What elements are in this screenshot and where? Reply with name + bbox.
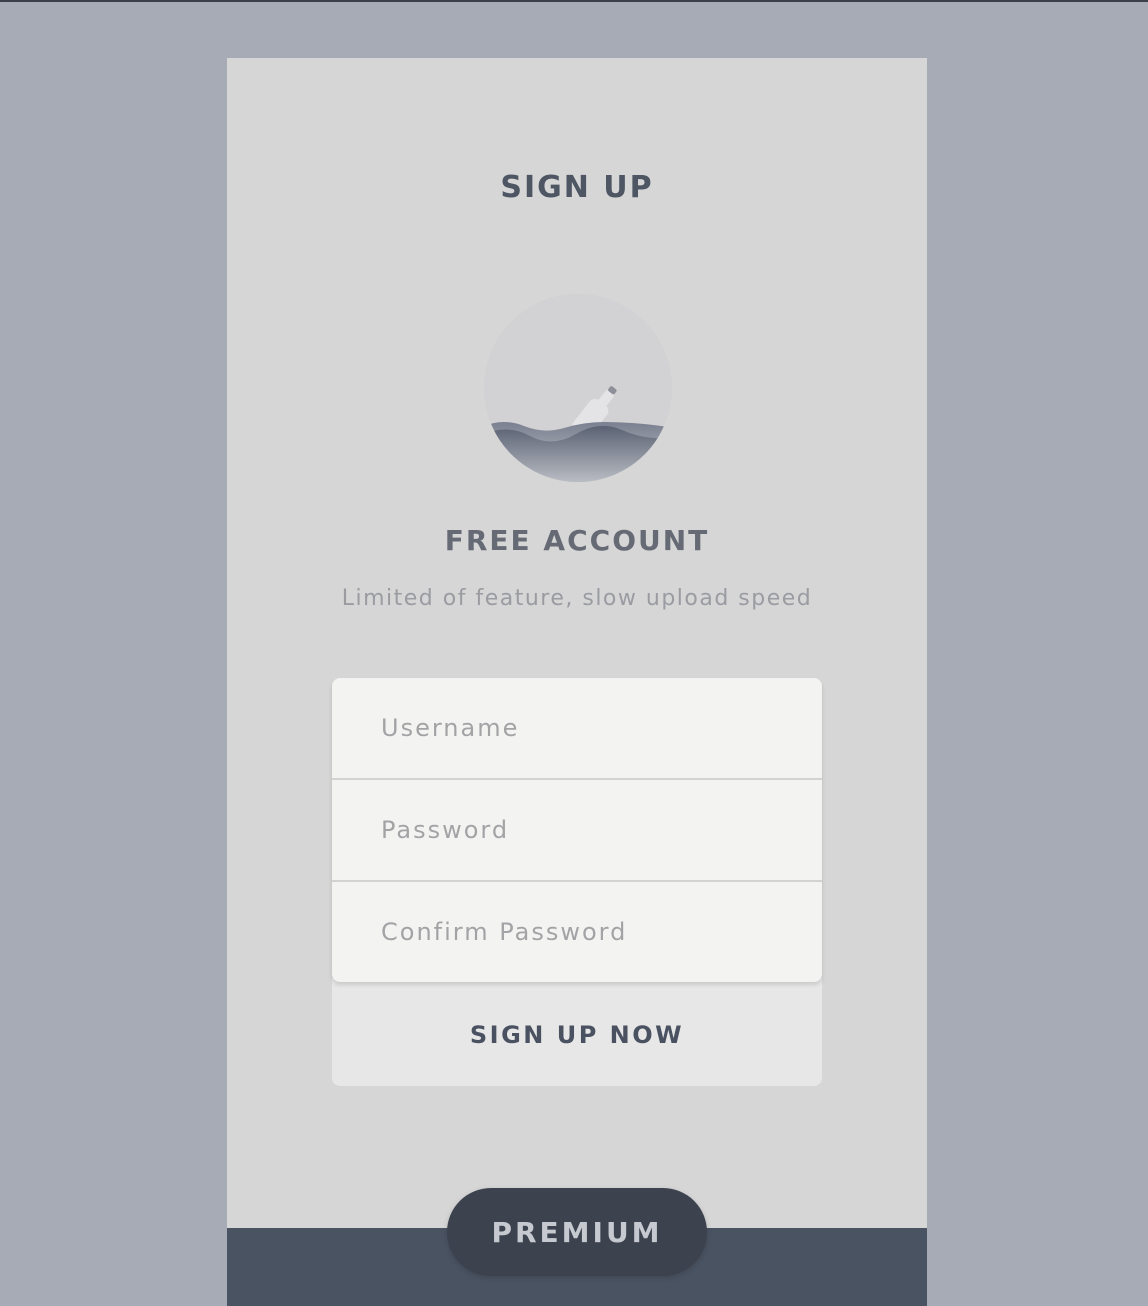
form-fields bbox=[332, 678, 822, 982]
page-title: SIGN UP bbox=[500, 170, 654, 205]
confirm-password-field-row bbox=[332, 882, 822, 982]
username-field-row bbox=[332, 678, 822, 780]
username-input[interactable] bbox=[381, 714, 822, 742]
bottle-in-sea-icon bbox=[484, 294, 672, 482]
confirm-password-input[interactable] bbox=[381, 918, 822, 946]
premium-button[interactable]: PREMIUM bbox=[447, 1188, 707, 1276]
plan-subtitle: Limited of feature, slow upload speed bbox=[341, 586, 813, 611]
window-top-border bbox=[0, 0, 1148, 2]
password-field-row bbox=[332, 780, 822, 882]
password-input[interactable] bbox=[381, 816, 822, 844]
signup-card: SIGN UP FREE ACCOUNT Limited of feature,… bbox=[227, 58, 927, 1306]
signup-form: SIGN UP NOW bbox=[332, 678, 822, 1086]
sign-up-now-button[interactable]: SIGN UP NOW bbox=[332, 978, 822, 1086]
plan-title: FREE ACCOUNT bbox=[444, 524, 710, 557]
